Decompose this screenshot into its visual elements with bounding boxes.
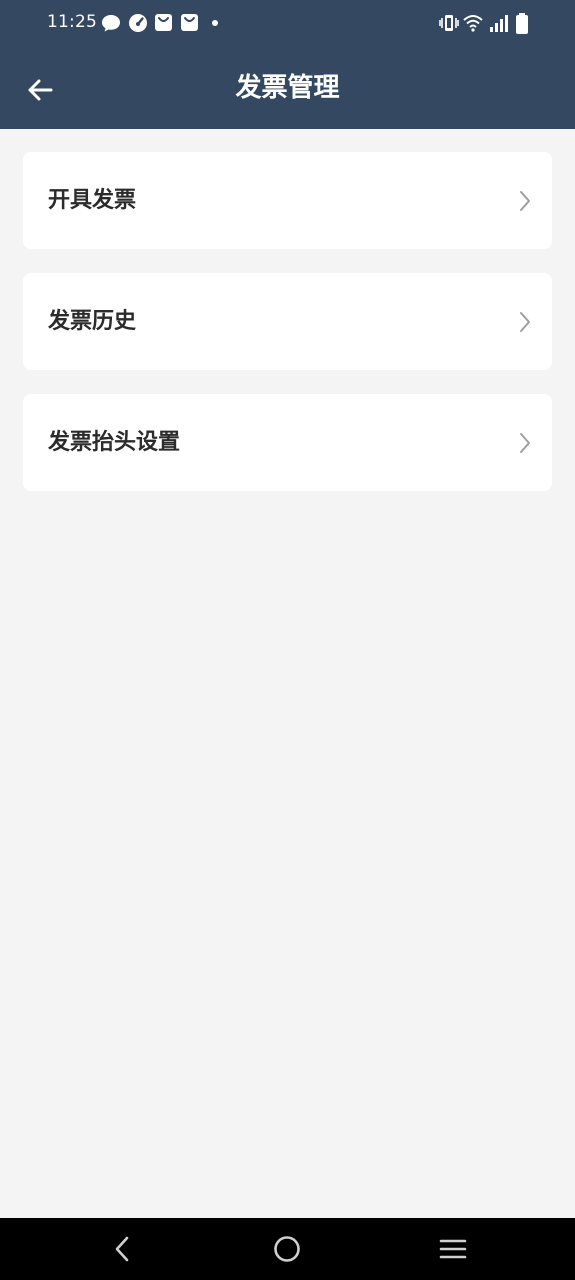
nav-recents-button[interactable] <box>435 1232 471 1266</box>
nav-back-button[interactable] <box>104 1232 140 1266</box>
back-triangle-icon <box>115 1236 129 1262</box>
status-time: 11:25 <box>47 12 97 32</box>
recents-menu-icon <box>439 1239 467 1259</box>
wifi-icon <box>463 15 483 32</box>
shopping-bag-icon <box>181 14 198 31</box>
page-title: 发票管理 <box>235 73 340 103</box>
vibrate-icon <box>439 15 459 31</box>
nav-home-button[interactable] <box>269 1232 305 1266</box>
battery-icon <box>516 13 528 34</box>
status-bar: 11:25 <box>0 0 575 48</box>
menu-item-label: 开具发票 <box>48 188 137 213</box>
menu-item-label: 发票历史 <box>48 309 137 334</box>
signal-icon <box>490 15 508 32</box>
menu-item-issue-invoice[interactable]: 开具发票 <box>23 152 552 249</box>
menu-item-invoice-history[interactable]: 发票历史 <box>23 273 552 370</box>
chat-bubble-icon <box>102 15 120 32</box>
system-nav-bar <box>0 1218 575 1280</box>
menu-item-invoice-title-settings[interactable]: 发票抬头设置 <box>23 394 552 491</box>
menu-list: 开具发票 发票历史 发票抬头设置 <box>23 152 552 515</box>
status-system-icons <box>439 13 531 35</box>
shopping-bag-icon <box>155 14 172 31</box>
chevron-right-icon <box>520 191 530 211</box>
home-circle-icon <box>274 1236 300 1262</box>
title-bar: 发票管理 <box>0 48 575 129</box>
app-header: 11:25 发票管理 <box>0 0 575 129</box>
chevron-right-icon <box>520 433 530 453</box>
chevron-right-icon <box>520 312 530 332</box>
speedometer-icon <box>129 14 147 32</box>
menu-item-label: 发票抬头设置 <box>48 430 181 455</box>
dot-icon <box>212 20 218 26</box>
